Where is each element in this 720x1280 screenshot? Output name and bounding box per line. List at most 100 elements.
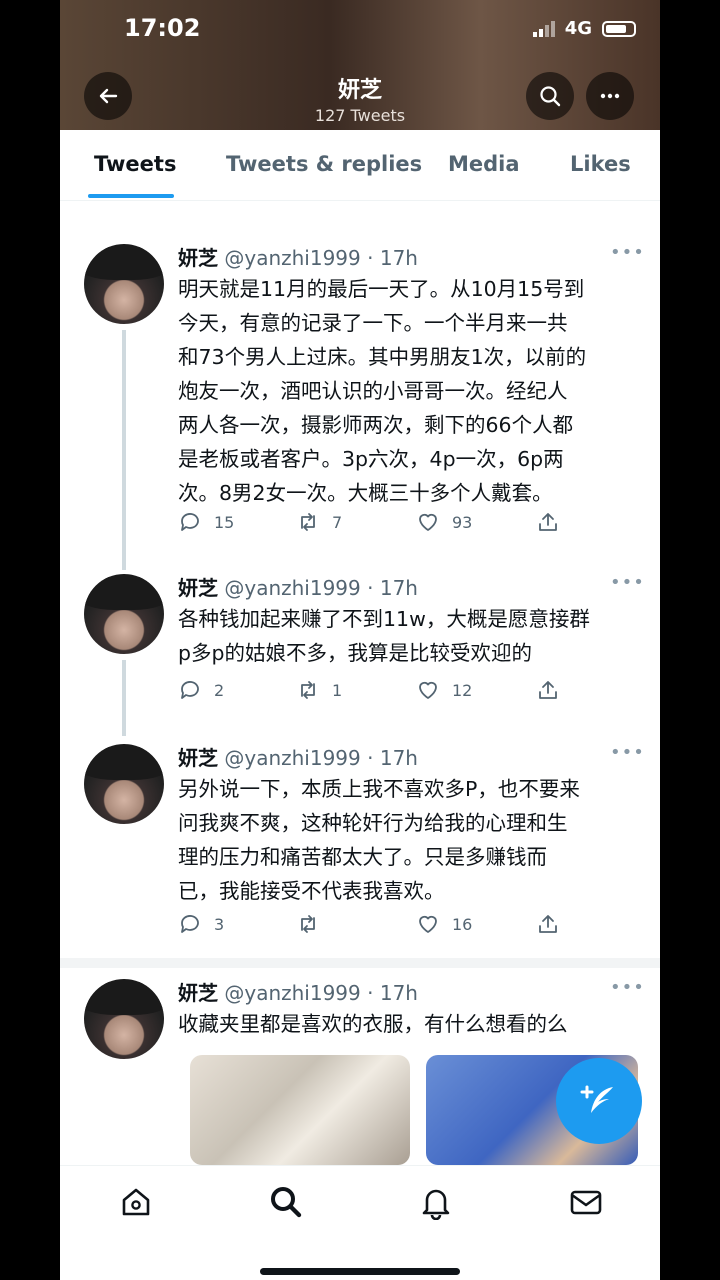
- tweet-line: 和73个男人上过床。其中男朋友1次，以前的: [178, 345, 587, 369]
- search-icon: [540, 86, 561, 107]
- like-count: 12: [452, 680, 473, 700]
- home-indicator[interactable]: [260, 1268, 460, 1275]
- tweet-line: 已，我能接受不代表我喜欢。: [178, 879, 445, 903]
- tweet-line: 是老板或者客户。3p六次，4p一次，6p两: [178, 447, 564, 471]
- avatar[interactable]: [84, 979, 164, 1059]
- share-icon: [539, 681, 557, 699]
- author-handle[interactable]: @yanzhi1999: [224, 576, 360, 600]
- tweet-line: 收藏夹里都是喜欢的衣服，有什么想看的么: [178, 1012, 568, 1036]
- reply-button[interactable]: 2: [178, 678, 224, 702]
- author-name[interactable]: 妍芝: [178, 746, 218, 770]
- profile-header: 17:02 4G 妍芝 127 Tweets: [60, 0, 660, 130]
- tweet-text: 另外说一下，本质上我不喜欢多P，也不要来 问我爽不爽，这种轮奸行为给我的心理和生…: [178, 772, 638, 908]
- retweet-icon: [301, 513, 315, 531]
- tweet-line: 问我爽不爽，这种轮奸行为给我的心理和生: [178, 811, 568, 835]
- tweet-more-icon[interactable]: •••: [610, 242, 645, 263]
- author-name[interactable]: 妍芝: [178, 576, 218, 600]
- tab-tweets-replies[interactable]: Tweets & replies: [226, 152, 422, 176]
- retweet-count: 1: [332, 680, 343, 700]
- author-handle[interactable]: @yanzhi1999: [224, 746, 360, 770]
- signal-icon: [532, 20, 555, 37]
- tweet-time: · 17h: [367, 246, 418, 270]
- thread-line: [122, 660, 126, 736]
- tweet-header: 妍芝 @yanzhi1999 · 17h: [178, 572, 418, 601]
- tweet-text: 明天就是11月的最后一天了。从10月15号到 今天，有意的记录了一下。一个半月来…: [178, 272, 638, 510]
- tweet-line: 次。8男2女一次。大概三十多个人戴套。: [178, 481, 553, 505]
- reply-count: 3: [214, 914, 225, 934]
- retweet-button[interactable]: 7: [296, 510, 342, 534]
- tab-likes[interactable]: Likes: [570, 152, 631, 176]
- tab-media[interactable]: Media: [448, 152, 520, 176]
- status-icons: 4G: [532, 18, 636, 39]
- retweet-button[interactable]: 1: [296, 678, 342, 702]
- reply-icon: [181, 513, 199, 531]
- like-count: 16: [452, 914, 473, 934]
- more-icon: [600, 93, 620, 99]
- like-button[interactable]: 16: [416, 912, 472, 936]
- tweet-actions: 2 1 12: [178, 678, 638, 708]
- tweet-time: · 17h: [367, 981, 418, 1005]
- share-button[interactable]: [536, 510, 560, 534]
- compose-tweet-button[interactable]: [556, 1058, 642, 1144]
- tweet-more-icon[interactable]: •••: [610, 572, 645, 593]
- tweet-line: p多p的姑娘不多，我算是比较受欢迎的: [178, 641, 533, 665]
- home-icon[interactable]: [118, 1184, 154, 1220]
- retweet-button[interactable]: [296, 912, 332, 936]
- author-name[interactable]: 妍芝: [178, 246, 218, 270]
- search-button[interactable]: [526, 72, 574, 120]
- reply-count: 15: [214, 512, 235, 532]
- network-label: 4G: [564, 18, 592, 39]
- tweet-header: 妍芝 @yanzhi1999 · 17h: [178, 977, 418, 1006]
- retweet-count: 7: [332, 512, 343, 532]
- bottom-navigation: [60, 1165, 660, 1280]
- tweet-more-icon[interactable]: •••: [610, 977, 645, 998]
- more-button[interactable]: [586, 72, 634, 120]
- share-icon: [539, 513, 557, 531]
- tweet-line: 理的压力和痛苦都太大了。只是多赚钱而: [178, 845, 547, 869]
- tweet-line: 炮友一次，酒吧认识的小哥哥一次。经纪人: [178, 379, 568, 403]
- reply-count: 2: [214, 680, 225, 700]
- tweet-line: 各种钱加起来赚了不到11w，大概是愿意接群: [178, 607, 590, 631]
- tweet-header: 妍芝 @yanzhi1999 · 17h: [178, 242, 418, 271]
- author-handle[interactable]: @yanzhi1999: [224, 246, 360, 270]
- share-button[interactable]: [536, 912, 560, 936]
- tab-tweets[interactable]: Tweets: [94, 152, 176, 176]
- tweet-line: 另外说一下，本质上我不喜欢多P，也不要来: [178, 777, 580, 801]
- tweet-time: · 17h: [367, 576, 418, 600]
- like-button[interactable]: 93: [416, 510, 472, 534]
- tweet-line: 明天就是11月的最后一天了。从10月15号到: [178, 277, 585, 301]
- phone-screen: 17:02 4G 妍芝 127 Tweets Tweets Tweets & r…: [60, 0, 660, 1280]
- active-tab-indicator: [88, 194, 174, 198]
- tweet-line: 两人各一次，摄影师两次，剩下的66个人都: [178, 413, 574, 437]
- tweet-header: 妍芝 @yanzhi1999 · 17h: [178, 742, 418, 771]
- share-icon: [539, 915, 557, 933]
- bell-icon[interactable]: [418, 1184, 454, 1220]
- retweet-icon: [301, 681, 315, 699]
- tweet-more-icon[interactable]: •••: [610, 742, 645, 763]
- thread-divider: [60, 958, 660, 968]
- avatar[interactable]: [84, 744, 164, 824]
- author-name[interactable]: 妍芝: [178, 981, 218, 1005]
- author-handle[interactable]: @yanzhi1999: [224, 981, 360, 1005]
- reply-button[interactable]: 15: [178, 510, 234, 534]
- mail-icon[interactable]: [568, 1184, 604, 1220]
- reply-icon: [181, 681, 199, 699]
- share-button[interactable]: [536, 678, 560, 702]
- heart-icon: [419, 915, 437, 933]
- tweet-line: 今天，有意的记录了一下。一个半月来一共: [178, 311, 568, 335]
- tweet-actions: 3 16: [178, 912, 638, 942]
- status-time: 17:02: [124, 14, 201, 42]
- search-icon[interactable]: [268, 1184, 304, 1220]
- tweet-photo-1[interactable]: [190, 1055, 410, 1165]
- tweet-text: 收藏夹里都是喜欢的衣服，有什么想看的么: [178, 1007, 638, 1041]
- avatar[interactable]: [84, 574, 164, 654]
- tweet-time: · 17h: [367, 746, 418, 770]
- heart-icon: [419, 681, 437, 699]
- reply-button[interactable]: 3: [178, 912, 224, 936]
- like-button[interactable]: 12: [416, 678, 472, 702]
- heart-icon: [419, 513, 437, 531]
- retweet-icon: [301, 915, 315, 933]
- avatar[interactable]: [84, 244, 164, 324]
- tweet-actions: 15 7 93: [178, 510, 638, 540]
- like-count: 93: [452, 512, 473, 532]
